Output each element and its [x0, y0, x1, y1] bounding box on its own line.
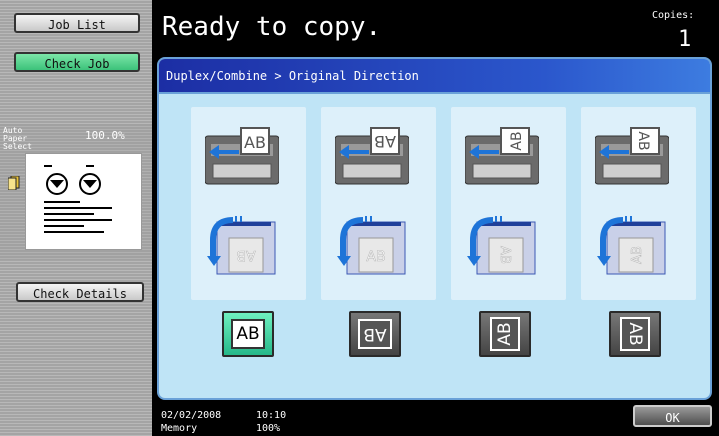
copy-screen: Job List Check Job Auto Paper Select 100…: [0, 0, 719, 436]
scanner-feed-icon: AB: [595, 127, 669, 185]
copies-label: Copies:: [652, 10, 695, 21]
original-tray-icon: [8, 176, 20, 190]
svg-text:AB: AB: [509, 131, 525, 150]
ab-glyph-icon: AB: [620, 317, 650, 351]
copy-preview: [25, 153, 142, 250]
direction-option-1-button[interactable]: AB: [222, 311, 274, 357]
svg-text:AB: AB: [630, 246, 645, 264]
scanner-feed-icon: AB: [335, 127, 409, 185]
ab-glyph-icon: AB: [490, 317, 520, 351]
page-flip-icon: AB: [207, 216, 276, 275]
svg-text:AB: AB: [366, 249, 385, 265]
check-details-button[interactable]: Check Details: [16, 282, 144, 302]
memory-value: 100%: [256, 423, 281, 434]
ok-button[interactable]: OK: [633, 405, 712, 427]
svg-text:AB: AB: [635, 131, 651, 150]
status-message: Ready to copy.: [162, 12, 382, 42]
copies-count: 1: [678, 27, 692, 52]
direction-option-2-button[interactable]: AB: [349, 311, 401, 357]
page-flip-icon: AB: [597, 216, 666, 275]
check-job-button[interactable]: Check Job: [14, 52, 140, 72]
svg-text:AB: AB: [374, 132, 396, 151]
direction-option-4-button[interactable]: AB: [609, 311, 661, 357]
scanner-feed-icon: AB: [205, 127, 279, 185]
time-display: 10:10: [256, 410, 287, 421]
paper-select-label: Auto Paper Select: [3, 126, 32, 151]
page-flip-icon: AB: [337, 216, 406, 275]
breadcrumb: Duplex/Combine > Original Direction: [166, 69, 419, 83]
preview-document-icon: [44, 165, 112, 233]
memory-label: Memory: [161, 423, 198, 434]
job-list-button[interactable]: Job List: [14, 13, 140, 33]
panel-divider: [159, 92, 710, 94]
zoom-ratio: 100.0%: [85, 129, 125, 142]
date-display: 02/02/2008: [161, 410, 222, 421]
svg-text:AB: AB: [244, 133, 266, 152]
ab-glyph-icon: AB: [231, 319, 265, 349]
svg-text:AB: AB: [497, 246, 512, 264]
svg-text:AB: AB: [236, 247, 255, 263]
scanner-feed-icon: AB: [465, 127, 539, 185]
ab-glyph-icon: AB: [358, 319, 392, 349]
direction-option-3-button[interactable]: AB: [479, 311, 531, 357]
page-flip-icon: AB: [467, 216, 536, 275]
